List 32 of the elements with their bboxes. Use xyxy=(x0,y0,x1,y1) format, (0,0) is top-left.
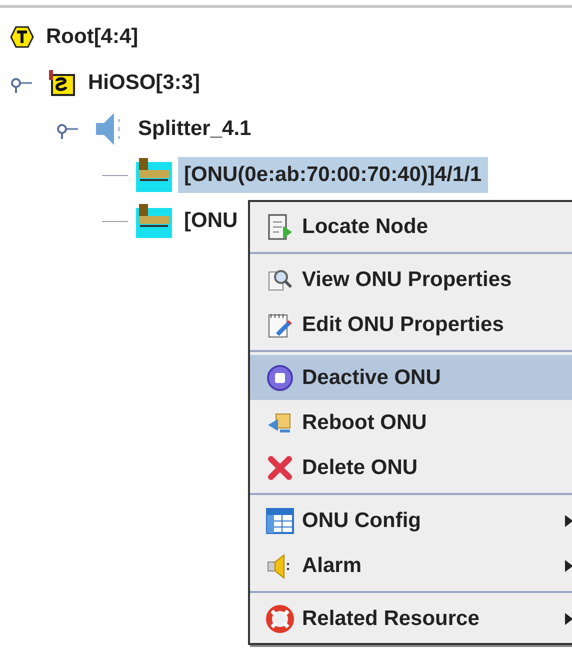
menu-item[interactable]: View ONU Properties xyxy=(250,257,572,302)
menu-item-label: Reboot ONU xyxy=(302,410,428,434)
tree-node-label[interactable]: [ONU(0e:ab:70:00:70:40)]4/1/1 xyxy=(178,157,488,193)
menu-item[interactable]: Delete ONU xyxy=(250,445,572,490)
tree-node-label[interactable]: [ONU xyxy=(178,203,244,239)
menu-item[interactable]: Reboot ONU xyxy=(250,400,572,445)
card-icon xyxy=(136,158,172,192)
menu-item-label: Related Resource xyxy=(302,606,480,630)
menu-item-label: Deactive ONU xyxy=(302,366,442,390)
menu-item[interactable]: Related Resource xyxy=(250,596,572,641)
menu-item[interactable]: Deactive ONU xyxy=(250,355,572,400)
menu-item-label: Locate Node xyxy=(302,214,430,238)
menu-item-label: Delete ONU xyxy=(302,456,419,480)
menu-item[interactable]: ONU Config xyxy=(250,498,572,543)
menu-item-label: Alarm xyxy=(302,554,363,578)
table-icon xyxy=(266,508,294,534)
stop-icon xyxy=(266,364,294,392)
close-icon xyxy=(266,454,294,482)
menu-item[interactable]: Locate Node xyxy=(250,204,572,249)
tree-node-label[interactable]: HiOSO[3:3] xyxy=(82,65,206,101)
tree-node-label[interactable]: Root[4:4] xyxy=(40,19,144,55)
document-arrow-icon xyxy=(266,212,294,242)
card-icon xyxy=(136,204,172,238)
lifebuoy-icon xyxy=(266,604,294,632)
menu-item-label: ONU Config xyxy=(302,508,422,532)
tree-node-label[interactable]: Splitter_4.1 xyxy=(132,111,258,147)
menu-item-label: Edit ONU Properties xyxy=(302,312,505,336)
menu-item[interactable]: Edit ONU Properties xyxy=(250,302,572,347)
hexagon-icon xyxy=(10,25,34,49)
menu-item-label: View ONU Properties xyxy=(302,268,513,292)
system-icon xyxy=(46,69,76,97)
menu-item[interactable]: Alarm xyxy=(250,543,572,588)
